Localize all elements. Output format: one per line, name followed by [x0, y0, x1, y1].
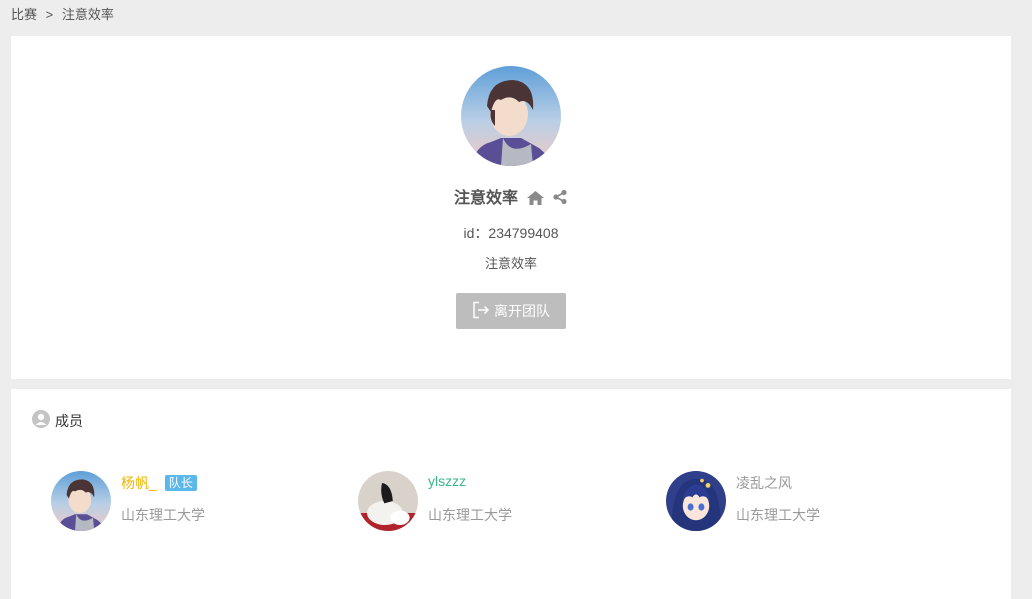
member-name[interactable]: ylszzz: [428, 473, 466, 489]
team-description: 注意效率: [484, 256, 537, 271]
member-name[interactable]: 凌乱之风: [736, 473, 792, 493]
member-card: 杨帆_ 队长 山东理工大学: [51, 471, 331, 531]
member-avatar[interactable]: [666, 471, 726, 531]
member-school: 山东理工大学: [428, 507, 512, 523]
member-name-label: ylszzz: [428, 473, 467, 489]
leave-team-button[interactable]: 离开团队: [456, 293, 566, 329]
member-card: ylszzz 山东理工大学: [358, 471, 638, 531]
breadcrumb-separator: >: [45, 7, 54, 22]
member-school: 山东理工大学: [736, 507, 820, 523]
members-title: 成员: [32, 410, 83, 431]
members-title-label: 成员: [55, 412, 83, 429]
share-icon[interactable]: [552, 189, 568, 212]
member-card: 凌乱之风 山东理工大学: [666, 471, 946, 531]
member-name[interactable]: 杨帆_ 队长: [121, 473, 197, 493]
captain-badge: 队长: [164, 475, 197, 491]
leave-team-label: 离开团队: [494, 303, 550, 319]
breadcrumb: 比赛 > 注意效率: [11, 6, 114, 24]
team-name: 注意效率: [454, 190, 519, 207]
member-avatar[interactable]: [358, 471, 418, 531]
breadcrumb-root-link[interactable]: 比赛: [11, 7, 37, 22]
member-name-label: 杨帆_: [121, 475, 157, 491]
team-id-value: 234799408: [488, 225, 559, 241]
team-id-label: id：: [463, 225, 489, 241]
exit-icon: [472, 301, 490, 322]
member-school: 山东理工大学: [121, 507, 205, 523]
user-circle-icon: [32, 410, 50, 431]
breadcrumb-current: 注意效率: [61, 7, 114, 22]
team-card: 注意效率 id：234799408 注意效率 离开团队: [11, 36, 1011, 379]
member-name-label: 凌乱之风: [736, 475, 792, 491]
members-card: 成员 杨帆_ 队长 山东理工大学 ylszzz 山东理工大学 凌乱之风 山东理工…: [11, 389, 1011, 599]
member-avatar[interactable]: [51, 471, 111, 531]
team-id: id：234799408: [11, 223, 1011, 243]
team-name-row: 注意效率: [11, 188, 1011, 212]
team-avatar: [461, 66, 561, 166]
home-icon[interactable]: [526, 190, 544, 212]
